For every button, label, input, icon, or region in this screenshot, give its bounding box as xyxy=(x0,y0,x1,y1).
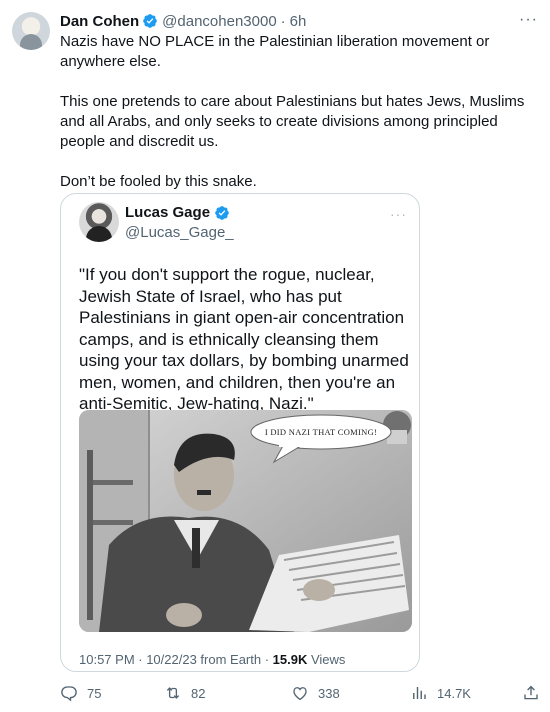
more-icon[interactable]: ··· xyxy=(519,11,538,29)
tweet-paragraph: This one pretends to care about Palestin… xyxy=(60,93,525,150)
meme-caption: I DID NAZI THAT COMING! xyxy=(265,427,377,437)
more-icon[interactable]: ··· xyxy=(390,206,407,222)
tweet-paragraph: Nazis have NO PLACE in the Palestinian l… xyxy=(60,33,490,70)
quoted-author-display-name[interactable]: Lucas Gage xyxy=(125,204,210,221)
views-button[interactable]: 14.7K xyxy=(410,684,471,702)
views-icon xyxy=(413,687,426,699)
repost-button[interactable]: 82 xyxy=(164,684,205,702)
author-avatar[interactable] xyxy=(12,12,50,50)
verified-badge-icon xyxy=(215,205,229,220)
meme-illustration: I DID NAZI THAT COMING! xyxy=(79,410,412,632)
quoted-tweet-text: "If you don't support the rogue, nuclear… xyxy=(79,265,409,413)
separator-dot: · xyxy=(280,12,286,30)
verified-badge-icon[interactable] xyxy=(142,13,158,29)
tweet-paragraph: Don’t be fooled by this snake. xyxy=(60,173,257,190)
share-button[interactable] xyxy=(522,684,549,702)
quoted-tweet-metadata: 10:57 PM · 10/22/23 from Earth · 15.9K V… xyxy=(79,652,345,667)
reply-button[interactable]: 75 xyxy=(60,684,101,702)
repost-count: 82 xyxy=(191,685,206,701)
reply-count: 75 xyxy=(87,685,102,701)
reply-icon xyxy=(61,686,77,702)
quoted-views-label: Views xyxy=(307,652,346,667)
quoted-tweet-card[interactable]: Lucas Gage @Lucas_Gage_ ··· "If you don'… xyxy=(60,193,420,672)
tweet-text: Nazis have NO PLACE in the Palestinian l… xyxy=(60,32,540,212)
author-display-name[interactable]: Dan Cohen xyxy=(60,13,139,30)
like-count: 338 xyxy=(318,685,340,701)
quoted-views-count: 15.9K xyxy=(272,652,308,667)
tweet-header: Dan Cohen @dancohen3000 · 6h ··· xyxy=(60,11,538,31)
like-button[interactable]: 338 xyxy=(291,684,340,702)
author-handle[interactable]: @dancohen3000 xyxy=(162,13,277,30)
tweet-action-bar: 75 82 338 14.7K xyxy=(60,684,542,704)
quoted-tweet-timestamp[interactable]: 10:57 PM · 10/22/23 from Earth · xyxy=(79,652,273,667)
quoted-tweet-image[interactable]: I DID NAZI THAT COMING! xyxy=(79,410,412,632)
share-icon xyxy=(524,685,538,700)
like-icon xyxy=(293,687,307,701)
quoted-author-name-row: Lucas Gage xyxy=(125,204,234,221)
views-count: 14.7K xyxy=(437,685,471,701)
repost-icon xyxy=(166,687,180,699)
quoted-author-handle[interactable]: @Lucas_Gage_ xyxy=(125,224,234,241)
tweet-time[interactable]: 6h xyxy=(290,13,307,30)
quoted-author-avatar[interactable] xyxy=(79,202,119,242)
